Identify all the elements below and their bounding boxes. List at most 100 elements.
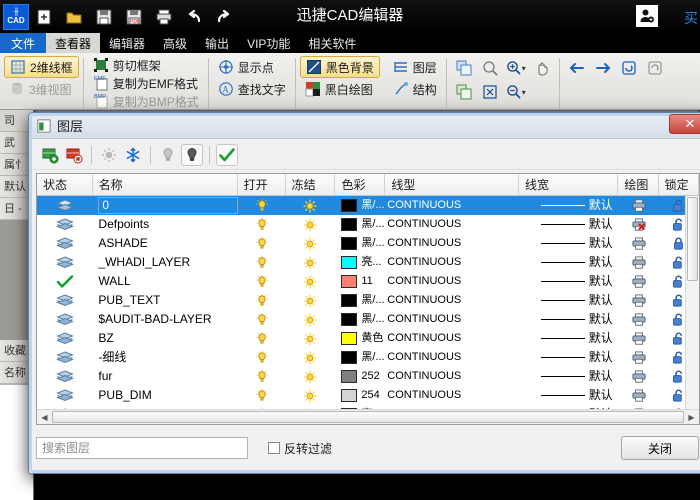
open-file-button[interactable] [59, 3, 89, 31]
ribbon-item-show-point[interactable]: 显示点 [213, 56, 291, 78]
cell-freeze[interactable] [286, 272, 336, 291]
cell-color[interactable]: 黑/... [335, 291, 385, 310]
cell-on[interactable] [238, 386, 286, 405]
cell-plot[interactable] [619, 367, 659, 386]
menu-tab-vip[interactable]: VIP功能 [238, 33, 299, 53]
vertical-scrollbar[interactable] [685, 196, 699, 409]
ribbon-item-structure[interactable]: 结构 [388, 78, 442, 100]
cell-status[interactable] [37, 272, 92, 291]
cell-linetype[interactable]: CONTINUOUS [385, 291, 519, 310]
cell-freeze[interactable] [286, 348, 336, 367]
cell-on[interactable] [238, 253, 286, 272]
cell-plot[interactable] [619, 386, 659, 405]
zoom-extents-button[interactable] [477, 80, 503, 104]
delete-layer-button[interactable] [63, 144, 85, 166]
cell-status[interactable] [37, 310, 92, 329]
cell-color[interactable]: 黑/... [335, 215, 385, 234]
cell-color[interactable]: 252 [335, 367, 385, 386]
column-header-on[interactable]: 打开 [238, 174, 286, 195]
cell-on[interactable] [238, 329, 286, 348]
account-edge-text[interactable]: 买 [684, 8, 698, 28]
cell-color[interactable]: 黑/... [335, 196, 385, 215]
cell-lineweight[interactable]: 默认 [519, 215, 619, 234]
cell-on[interactable] [238, 348, 286, 367]
cell-freeze[interactable] [286, 310, 336, 329]
cell-name[interactable]: fur [92, 367, 237, 386]
vertical-scroll-thumb[interactable] [687, 197, 698, 281]
cell-freeze[interactable] [286, 367, 336, 386]
bulb-on-button[interactable] [181, 144, 203, 166]
layer-name-input[interactable]: 0 [98, 197, 237, 214]
horizontal-scrollbar[interactable]: ◀ ▶ [37, 409, 699, 424]
redo-button[interactable] [209, 3, 239, 31]
ribbon-item-layers[interactable]: 图层 [388, 56, 442, 78]
horizontal-scroll-thumb[interactable] [52, 411, 684, 423]
cell-lineweight[interactable]: 默认 [519, 291, 619, 310]
cell-name[interactable]: _WHADI_LAYER [92, 253, 237, 272]
cell-freeze[interactable] [286, 234, 336, 253]
cell-linetype[interactable]: CONTINUOUS [385, 215, 519, 234]
user-account-icon[interactable] [636, 5, 658, 27]
print-button[interactable] [149, 3, 179, 31]
cell-plot[interactable] [619, 348, 659, 367]
cell-plot[interactable] [619, 310, 659, 329]
cell-on[interactable] [238, 215, 286, 234]
table-row[interactable]: PUB_TEXT 黑/...CONTINUOUS默认 [37, 291, 699, 310]
table-row[interactable]: -细线 黑/...CONTINUOUS默认 [37, 348, 699, 367]
table-row[interactable]: Defpoints 黑/...CONTINUOUS默认 [37, 215, 699, 234]
cell-linetype[interactable]: CONTINUOUS [385, 386, 519, 405]
bulb-off-button[interactable] [157, 144, 179, 166]
cell-name[interactable]: $AUDIT-BAD-LAYER [92, 310, 237, 329]
menu-tab-advanced[interactable]: 高级 [154, 33, 196, 53]
column-header-status[interactable]: 状态 [37, 174, 93, 195]
freeze-all-button[interactable] [122, 144, 144, 166]
menu-tab-editor[interactable]: 编辑器 [100, 33, 154, 53]
menu-tab-viewer[interactable]: 查看器 [46, 33, 100, 53]
undo-button[interactable] [179, 3, 209, 31]
zoom-out-button[interactable]: ▾ [503, 80, 529, 104]
cell-on[interactable] [238, 291, 286, 310]
scroll-left-arrow-icon[interactable]: ◀ [37, 410, 52, 424]
zoom-in-button[interactable]: ▾ [503, 56, 529, 80]
dialog-titlebar[interactable]: 图层 ✕ [29, 113, 700, 139]
cell-status[interactable] [37, 329, 92, 348]
cell-linetype[interactable]: CONTINUOUS [385, 310, 519, 329]
new-file-button[interactable] [29, 3, 59, 31]
save-button[interactable] [89, 3, 119, 31]
table-row[interactable]: ASHADE 黑/...CONTINUOUS默认 [37, 234, 699, 253]
restore-button[interactable] [642, 56, 668, 80]
ribbon-item-wireframe-2d[interactable]: 2维线框 [4, 56, 79, 78]
cell-name[interactable]: PUB_TEXT [92, 291, 237, 310]
cell-plot[interactable] [619, 272, 659, 291]
column-header-plot[interactable]: 绘图 [618, 174, 658, 195]
dialog-close-button[interactable]: ✕ [669, 114, 700, 134]
menu-tab-output[interactable]: 输出 [196, 33, 238, 53]
ribbon-item-copy-emf[interactable]: EMF 复制为EMF格式 [88, 74, 204, 92]
menu-tab-related[interactable]: 相关软件 [299, 33, 365, 53]
window-copy-button[interactable] [451, 56, 477, 80]
save-as-pdf-button[interactable]: PDF [119, 3, 149, 31]
cell-freeze[interactable] [286, 215, 336, 234]
cell-plot[interactable] [619, 234, 659, 253]
table-row[interactable]: BZ 黄色CONTINUOUS默认 [37, 329, 699, 348]
cell-on[interactable] [238, 234, 286, 253]
cell-linetype[interactable]: CONTINUOUS [385, 348, 519, 367]
tile-button[interactable] [451, 80, 477, 104]
layer-table-body[interactable]: 0 黑/...CONTINUOUS默认 Defpoints 黑/...CONTI… [37, 196, 699, 409]
cell-on[interactable] [238, 367, 286, 386]
scroll-right-arrow-icon[interactable]: ▶ [684, 410, 699, 424]
menu-file[interactable]: 文件 [0, 33, 46, 53]
column-header-freeze[interactable]: 冻结 [286, 174, 336, 195]
cell-plot[interactable] [619, 215, 659, 234]
cell-on[interactable] [238, 310, 286, 329]
column-header-name[interactable]: 名称 [93, 174, 238, 195]
refresh-button[interactable] [616, 56, 642, 80]
invert-filter-checkbox[interactable]: 反转过滤 [268, 440, 332, 457]
ribbon-item-view-3d[interactable]: 3维视图 [4, 78, 79, 100]
cell-lineweight[interactable]: 默认 [519, 253, 619, 272]
cell-linetype[interactable]: CONTINUOUS [385, 196, 519, 215]
cell-freeze[interactable] [286, 196, 336, 215]
cell-freeze[interactable] [286, 291, 336, 310]
table-row[interactable]: fur 252CONTINUOUS默认 [37, 367, 699, 386]
cell-name[interactable]: PUB_DIM [92, 386, 237, 405]
